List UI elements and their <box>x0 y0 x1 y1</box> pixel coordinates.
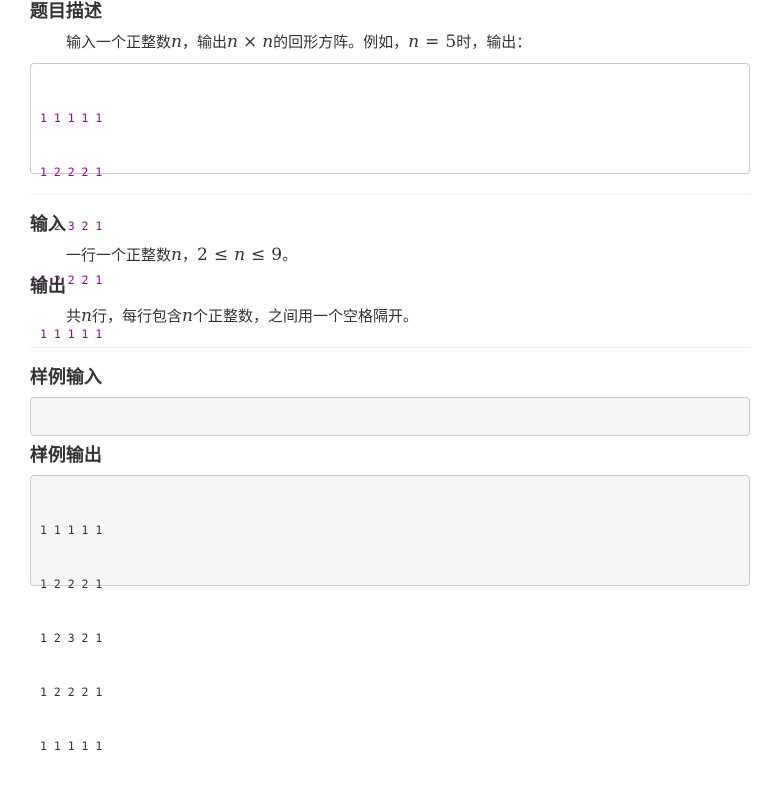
output-text: 共n行，每行包含n个正整数，之间用一个空格隔开。 <box>30 305 418 327</box>
input-text-part: 一行一个正整数 <box>66 246 172 264</box>
section-divider <box>30 194 750 195</box>
example-line: 1 2 2 2 1 <box>40 165 103 179</box>
math-var-n: n <box>226 32 238 52</box>
output-text-part: 共 <box>66 307 82 325</box>
math-number: 2 <box>196 245 208 265</box>
input-text-part: ， <box>181 246 197 264</box>
description-text-part: ，输出 <box>181 33 227 51</box>
example-line: 1 2 2 2 1 <box>40 273 103 287</box>
math-var-n: n <box>171 245 182 265</box>
section-divider <box>30 347 750 348</box>
example-line: 1 2 3 2 1 <box>40 219 103 233</box>
math-number: 9 <box>271 245 283 265</box>
example-output-box: 1 1 1 1 1 1 2 2 2 1 1 2 3 2 1 1 2 2 2 1 … <box>30 63 750 341</box>
math-var-n: n <box>262 32 274 52</box>
sample-output-line: 1 2 2 2 1 <box>40 685 103 699</box>
input-heading: 输入 <box>30 214 66 235</box>
sample-output-line: 1 1 1 1 1 <box>40 523 103 537</box>
math-equals: = <box>425 32 440 52</box>
math-leq: ≤ <box>213 245 229 265</box>
sample-input-heading: 样例输入 <box>30 367 102 388</box>
example-line: 1 1 1 1 1 <box>40 327 103 341</box>
sample-output-line: 1 1 1 1 1 <box>40 739 103 753</box>
sample-input-line: 5 <box>40 445 47 459</box>
description-text-part: 输入一个正整数 <box>66 33 172 51</box>
output-text-part: 行，每行包含 <box>91 307 182 325</box>
sample-output-box: 1 1 1 1 1 1 2 2 2 1 1 2 3 2 1 1 2 2 2 1 … <box>30 475 750 753</box>
output-heading: 输出 <box>30 276 66 297</box>
input-text: 一行一个正整数n，2 ≤ n ≤9。 <box>30 244 297 266</box>
math-var-n: n <box>234 245 246 265</box>
math-leq: ≤ <box>251 245 266 265</box>
description-heading: 题目描述 <box>30 1 102 22</box>
example-line: 1 1 1 1 1 <box>40 111 103 125</box>
math-times: × <box>242 32 258 52</box>
description-text-part: 时，输出： <box>456 33 532 51</box>
math-var-n: n <box>181 306 193 326</box>
sample-output-heading: 样例输出 <box>30 445 102 466</box>
description-text: 输入一个正整数n，输出n × n的回形方阵。例如，n = 5时，输出： <box>30 31 531 53</box>
output-text-part: 个正整数，之间用一个空格隔开。 <box>192 307 418 325</box>
math-var-n: n <box>408 32 420 52</box>
sample-output-line: 1 2 2 2 1 <box>40 577 103 591</box>
math-number: 5 <box>445 32 457 52</box>
math-var-n: n <box>171 32 182 52</box>
sample-input-box: 5 <box>30 397 750 459</box>
math-var-n: n <box>81 306 92 326</box>
input-text-part: 。 <box>282 246 298 264</box>
description-text-part: 的回形方阵。例如， <box>273 33 409 51</box>
sample-output-line: 1 2 3 2 1 <box>40 631 103 645</box>
